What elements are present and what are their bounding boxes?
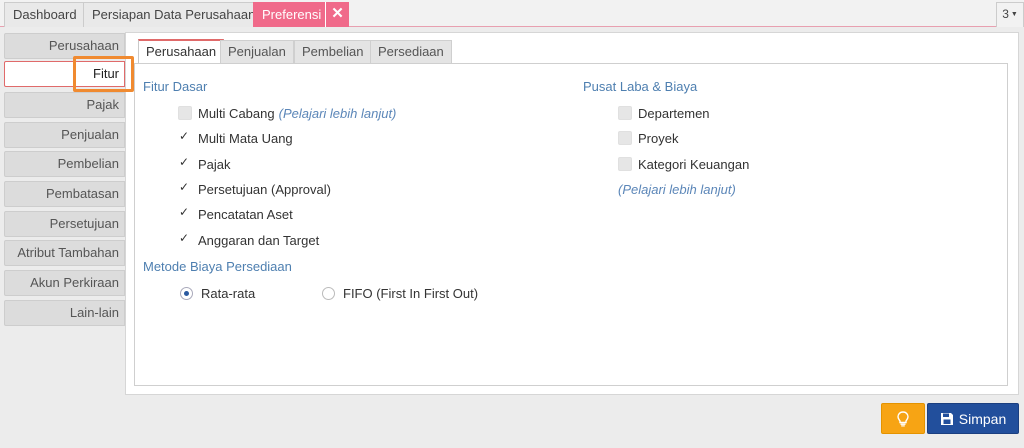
checkbox-row-persetujuan[interactable]: Persetujuan (Approval) bbox=[178, 180, 331, 197]
checkbox-row-multi-mata-uang[interactable]: Multi Mata Uang bbox=[178, 129, 293, 146]
sidebar-item-akun-perkiraan[interactable]: Akun Perkiraan bbox=[4, 270, 125, 296]
tip-button[interactable] bbox=[881, 403, 925, 434]
label-pajak: Pajak bbox=[198, 156, 231, 172]
tab-persiapan-data-perusahaan[interactable]: Persiapan Data Perusahaan bbox=[83, 2, 265, 27]
checkbox-pencatatan-aset[interactable] bbox=[178, 205, 192, 221]
tab-content: Fitur Dasar Multi Cabang (Pelajari lebih… bbox=[134, 63, 1008, 386]
checkbox-row-multi-cabang[interactable]: Multi Cabang (Pelajari lebih lanjut) bbox=[178, 105, 396, 121]
link-pelajari-pusat-laba[interactable]: (Pelajari lebih lanjut) bbox=[618, 181, 736, 197]
lightbulb-icon bbox=[897, 411, 909, 427]
tab-perusahaan[interactable]: Perusahaan bbox=[138, 39, 225, 64]
label-multi-cabang: Multi Cabang bbox=[198, 105, 275, 121]
sidebar-item-persetujuan[interactable]: Persetujuan bbox=[4, 211, 125, 237]
sidebar-item-lain-lain[interactable]: Lain-lain bbox=[4, 300, 125, 326]
sidebar-item-pembelian[interactable]: Pembelian bbox=[4, 151, 125, 177]
save-button-label: Simpan bbox=[958, 410, 1007, 427]
label-kategori-keuangan: Kategori Keuangan bbox=[638, 156, 750, 172]
sidebar-item-atribut-tambahan[interactable]: Atribut Tambahan bbox=[4, 240, 125, 266]
label-fifo: FIFO (First In First Out) bbox=[343, 285, 479, 301]
close-icon[interactable]: ✕ bbox=[325, 2, 349, 27]
label-proyek: Proyek bbox=[638, 130, 679, 146]
tab-penjualan[interactable]: Penjualan bbox=[220, 40, 294, 64]
tab-persediaan[interactable]: Persediaan bbox=[370, 40, 452, 64]
floppy-disk-icon bbox=[940, 412, 953, 425]
checkbox-row-pajak[interactable]: Pajak bbox=[178, 155, 231, 172]
checkbox-multi-mata-uang[interactable] bbox=[178, 129, 192, 145]
fitur-highlight-box bbox=[73, 56, 134, 92]
tab-count: 3 bbox=[1002, 7, 1009, 21]
checkbox-row-anggaran-target[interactable]: Anggaran dan Target bbox=[178, 231, 320, 248]
section-title-fitur-dasar: Fitur Dasar bbox=[143, 79, 208, 94]
link-pelajari-multi-cabang[interactable]: (Pelajari lebih lanjut) bbox=[279, 106, 397, 121]
section-title-pusat-laba-biaya: Pusat Laba & Biaya bbox=[583, 79, 698, 94]
radio-fifo[interactable] bbox=[322, 286, 335, 300]
tab-dashboard[interactable]: Dashboard bbox=[4, 2, 86, 27]
tab-count-dropdown[interactable]: 3 ▼ bbox=[996, 2, 1024, 27]
radio-row-fifo[interactable]: FIFO (First In First Out) bbox=[322, 285, 478, 301]
save-button[interactable]: Simpan bbox=[927, 403, 1019, 434]
chevron-down-icon: ▼ bbox=[1010, 11, 1018, 18]
checkbox-kategori-keuangan[interactable] bbox=[618, 157, 632, 171]
label-departemen: Departemen bbox=[638, 105, 710, 121]
sidebar-item-pajak[interactable]: Pajak bbox=[4, 92, 125, 118]
tab-pembelian[interactable]: Pembelian bbox=[294, 40, 372, 64]
checkbox-departemen[interactable] bbox=[618, 106, 632, 120]
checkbox-multi-cabang[interactable] bbox=[178, 106, 192, 120]
sidebar-item-penjualan[interactable]: Penjualan bbox=[4, 122, 125, 148]
section-title-metode-biaya: Metode Biaya Persediaan bbox=[143, 259, 292, 274]
checkbox-pajak[interactable] bbox=[178, 155, 192, 171]
tab-preferensi[interactable]: Preferensi bbox=[253, 2, 325, 27]
label-rata-rata: Rata-rata bbox=[201, 285, 256, 301]
label-pencatatan-aset: Pencatatan Aset bbox=[198, 206, 293, 222]
checkbox-row-kategori-keuangan[interactable]: Kategori Keuangan bbox=[618, 156, 749, 172]
checkbox-anggaran-target[interactable] bbox=[178, 231, 192, 247]
top-tab-bar: Dashboard Persiapan Data Perusahaan Pref… bbox=[0, 0, 1024, 27]
radio-row-rata-rata[interactable]: Rata-rata bbox=[180, 285, 255, 301]
checkbox-row-proyek[interactable]: Proyek bbox=[618, 130, 678, 146]
radio-rata-rata[interactable] bbox=[180, 286, 193, 300]
checkbox-row-pencatatan-aset[interactable]: Pencatatan Aset bbox=[178, 205, 293, 222]
label-multi-mata-uang: Multi Mata Uang bbox=[198, 130, 293, 146]
label-persetujuan: Persetujuan (Approval) bbox=[198, 181, 331, 197]
link-pelajari-pusat-laba-text: (Pelajari lebih lanjut) bbox=[618, 181, 736, 197]
label-anggaran-target: Anggaran dan Target bbox=[198, 232, 320, 248]
sidebar-item-pembatasan[interactable]: Pembatasan bbox=[4, 181, 125, 207]
checkbox-proyek[interactable] bbox=[618, 131, 632, 145]
checkbox-persetujuan[interactable] bbox=[178, 180, 192, 196]
checkbox-row-departemen[interactable]: Departemen bbox=[618, 105, 710, 121]
preferences-panel: Perusahaan Penjualan Pembelian Persediaa… bbox=[125, 32, 1019, 395]
